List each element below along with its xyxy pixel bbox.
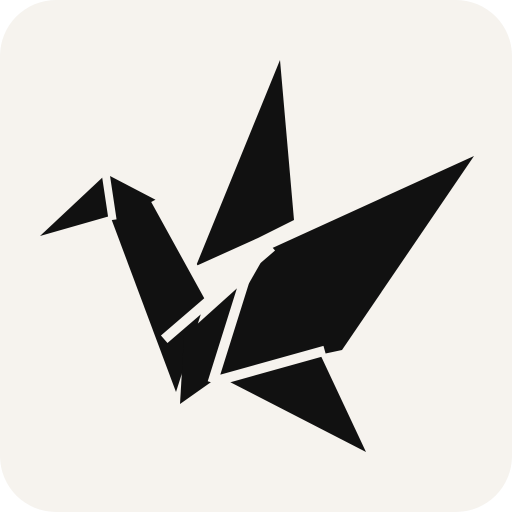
app-icon[interactable] (0, 0, 512, 512)
origami-crane-icon (0, 0, 512, 512)
